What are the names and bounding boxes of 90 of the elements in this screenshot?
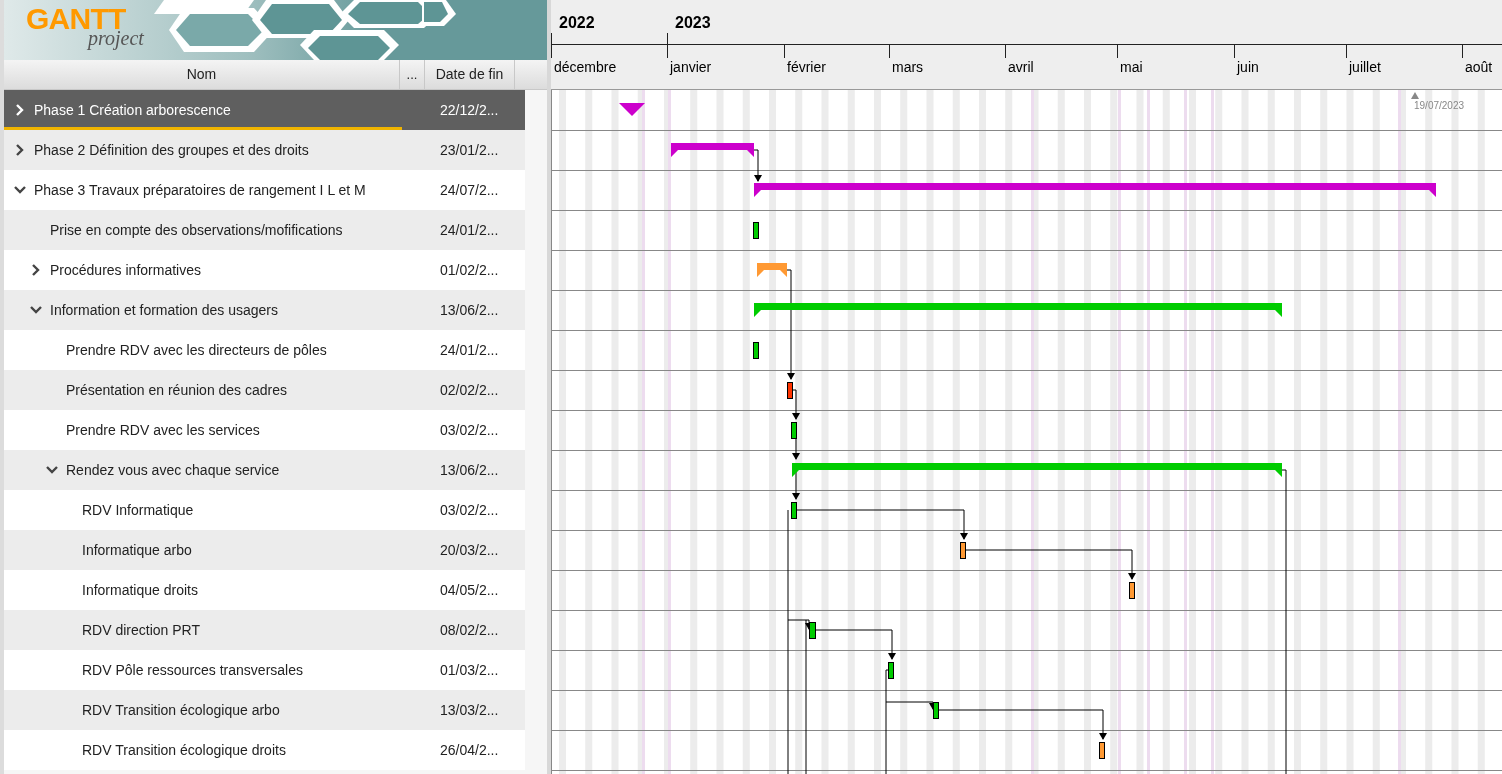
task-name: Prise en compte des observations/mofifications [50, 220, 343, 240]
end-date: 08/02/2... [440, 620, 499, 640]
end-date: 13/06/2... [440, 460, 499, 480]
task-bar[interactable] [787, 382, 793, 399]
task-row[interactable]: RDV Informatique 03/02/2... [4, 490, 525, 530]
logo-subtext: project [88, 28, 144, 48]
task-name: Présentation en réunion des cadres [66, 380, 288, 400]
task-name: Informatique arbo [82, 540, 192, 560]
month-label: juin [1237, 58, 1259, 77]
dependency-arrow [753, 149, 762, 182]
chevron-down-icon[interactable] [46, 464, 58, 476]
month-label: mars [892, 58, 924, 77]
chevron-right-icon[interactable] [14, 104, 26, 116]
task-bar[interactable] [888, 662, 894, 679]
task-row[interactable]: Phase 3 Travaux préparatoires de rangement I L et M 24/07/2... [4, 170, 525, 210]
task-row[interactable]: RDV Transition écologique arbo 13/03/2... [4, 690, 525, 730]
month-label: août [1465, 58, 1493, 77]
task-row[interactable]: RDV direction PRT 08/02/2... [4, 610, 525, 650]
today-label: 19/07/2023 [1414, 100, 1465, 111]
task-name: RDV Informatique [82, 500, 194, 520]
month-label: décembre [554, 58, 617, 77]
task-name: Procédures informatives [50, 260, 201, 280]
end-date: 13/03/2... [440, 700, 499, 720]
task-row[interactable]: Information et formation des usagers 13/06/2... [4, 290, 525, 330]
end-date: 22/12/2... [440, 100, 499, 120]
task-row[interactable]: RDV Pôle ressources transversales 01/03/2... [4, 650, 525, 690]
month-label: avril [1008, 58, 1034, 77]
year-label: 2023 [675, 13, 711, 33]
month-label: juillet [1349, 58, 1381, 77]
task-name: Information et formation des usagers [50, 300, 278, 320]
end-date: 24/07/2... [440, 180, 499, 200]
summary-bar[interactable] [754, 183, 1436, 197]
end-date: 26/04/2... [440, 740, 499, 760]
task-name: Phase 1 Création arborescence [34, 100, 231, 120]
task-row[interactable]: Rendez vous avec chaque service 13/06/2... [4, 450, 525, 490]
task-row[interactable]: Informatique droits 04/05/2... [4, 570, 525, 610]
summary-bar[interactable] [671, 143, 754, 157]
chevron-down-icon[interactable] [14, 184, 26, 196]
dependency-arrow [791, 389, 800, 420]
task-name: Prendre RDV avec les services [66, 420, 260, 440]
column-header[interactable]: ... [400, 60, 425, 89]
task-row[interactable]: Prise en compte des observations/mofifications 24/01/2... [4, 210, 525, 250]
end-date: 01/03/2... [440, 660, 499, 680]
end-date: 01/02/2... [440, 260, 499, 280]
month-label: janvier [670, 58, 712, 77]
task-name: RDV Pôle ressources transversales [82, 660, 303, 680]
task-name: RDV Transition écologique droits [82, 740, 286, 760]
end-date: 02/02/2... [440, 380, 499, 400]
column-header[interactable]: Date de fin [425, 60, 515, 89]
month-label: mai [1120, 58, 1143, 77]
end-date: 04/05/2... [440, 580, 499, 600]
task-bar[interactable] [1099, 742, 1105, 759]
chevron-right-icon[interactable] [14, 144, 26, 156]
end-date: 20/03/2... [440, 540, 499, 560]
task-row[interactable]: RDV Transition écologique droits 26/04/2... [4, 730, 525, 770]
task-row[interactable]: Procédures informatives 01/02/2... [4, 250, 525, 290]
task-name: Phase 2 Définition des groupes et des droits [34, 140, 309, 160]
end-date: 03/02/2... [440, 420, 499, 440]
month-label: février [787, 58, 826, 77]
task-bar[interactable] [809, 622, 816, 639]
task-name: RDV direction PRT [82, 620, 200, 640]
task-bar[interactable] [1129, 582, 1135, 599]
end-date: 24/01/2... [440, 220, 499, 240]
end-date: 03/02/2... [440, 500, 499, 520]
task-row[interactable]: Phase 2 Définition des groupes et des droits 23/01/2... [4, 130, 525, 170]
task-row[interactable]: Prendre RDV avec les services 03/02/2... [4, 410, 525, 450]
task-bar[interactable] [753, 342, 759, 359]
task-name: Prendre RDV avec les directeurs de pôles [66, 340, 327, 360]
task-bar[interactable] [753, 222, 759, 239]
chevron-right-icon[interactable] [30, 264, 42, 276]
task-row[interactable]: Phase 1 Création arborescence 22/12/2... [4, 90, 525, 130]
task-bar[interactable] [791, 502, 797, 519]
end-date: 23/01/2... [440, 140, 499, 160]
today-marker-icon [1411, 92, 1419, 99]
task-name: RDV Transition écologique arbo [82, 700, 280, 720]
task-name: Rendez vous avec chaque service [66, 460, 280, 480]
task-name: Informatique droits [82, 580, 198, 600]
end-date: 24/01/2... [440, 340, 499, 360]
task-bar[interactable] [960, 542, 966, 559]
task-bar[interactable] [791, 422, 797, 439]
milestone-marker[interactable] [619, 103, 645, 116]
year-label: 2022 [559, 13, 595, 33]
task-row[interactable]: Présentation en réunion des cadres 02/02/2... [4, 370, 525, 410]
task-name: Phase 3 Travaux préparatoires de rangement I L et M [34, 180, 366, 200]
end-date: 13/06/2... [440, 300, 499, 320]
chevron-down-icon[interactable] [30, 304, 42, 316]
column-header[interactable]: Nom [4, 60, 400, 89]
task-bar[interactable] [933, 702, 939, 719]
task-row[interactable]: Informatique arbo 20/03/2... [4, 530, 525, 570]
task-row[interactable]: Prendre RDV avec les directeurs de pôles 24/01/2... [4, 330, 525, 370]
